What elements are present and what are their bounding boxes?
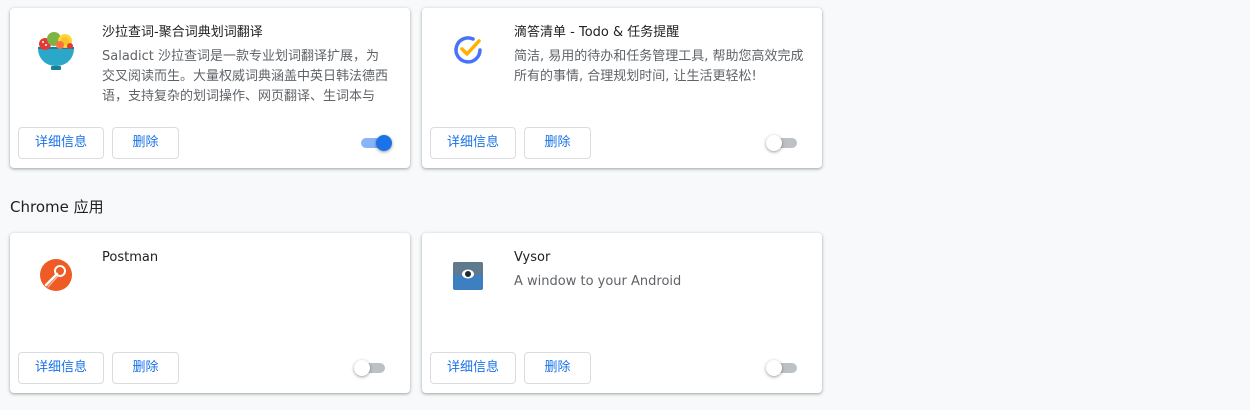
details-button[interactable]: 详细信息 [430,127,516,159]
app-title: Vysor [514,250,551,265]
remove-button[interactable]: 删除 [524,127,591,159]
toggle-knob [766,135,782,151]
remove-button[interactable]: 删除 [524,352,591,384]
app-description [102,272,392,332]
section-title-chrome-apps: Chrome 应用 [10,198,104,216]
enable-toggle[interactable] [354,360,388,376]
extension-card-ticktick: 滴答清单 - Todo & 任务提醒 简洁, 易用的待办和任务管理工具, 帮助您… [422,8,822,168]
ticktick-check-icon [444,26,492,74]
toggle-knob [766,360,782,376]
toggle-knob [376,135,392,151]
enable-toggle[interactable] [358,135,392,151]
extension-card-saladict: 沙拉查词-聚合词典划词翻译 Saladict 沙拉查词是一款专业划词翻译扩展，为… [10,8,410,168]
extensions-page: 沙拉查词-聚合词典划词翻译 Saladict 沙拉查词是一款专业划词翻译扩展，为… [0,0,1250,410]
app-card-postman: Postman 详细信息 删除 [10,233,410,393]
app-description: A window to your Android [514,274,682,289]
remove-button[interactable]: 删除 [112,352,179,384]
details-button[interactable]: 详细信息 [430,352,516,384]
saladict-bowl-icon [32,26,80,74]
app-card-vysor: Vysor A window to your Android 详细信息 删除 [422,233,822,393]
details-button[interactable]: 详细信息 [18,352,104,384]
extension-title: 滴答清单 - Todo & 任务提醒 [514,25,680,40]
remove-button[interactable]: 删除 [112,127,179,159]
app-title: Postman [102,250,159,265]
enable-toggle[interactable] [766,360,800,376]
extension-title: 沙拉查词-聚合词典划词翻译 [102,25,263,40]
postman-logo-icon [32,251,80,299]
extension-description: Saladict 沙拉查词是一款专业划词翻译扩展，为交叉阅读而生。大量权威词典涵… [102,49,389,104]
vysor-eye-icon [444,251,492,299]
extension-description: 简洁, 易用的待办和任务管理工具, 帮助您高效完成所有的事情, 合理规划时间, … [514,49,804,84]
toggle-knob [354,360,370,376]
enable-toggle[interactable] [766,135,800,151]
details-button[interactable]: 详细信息 [18,127,104,159]
